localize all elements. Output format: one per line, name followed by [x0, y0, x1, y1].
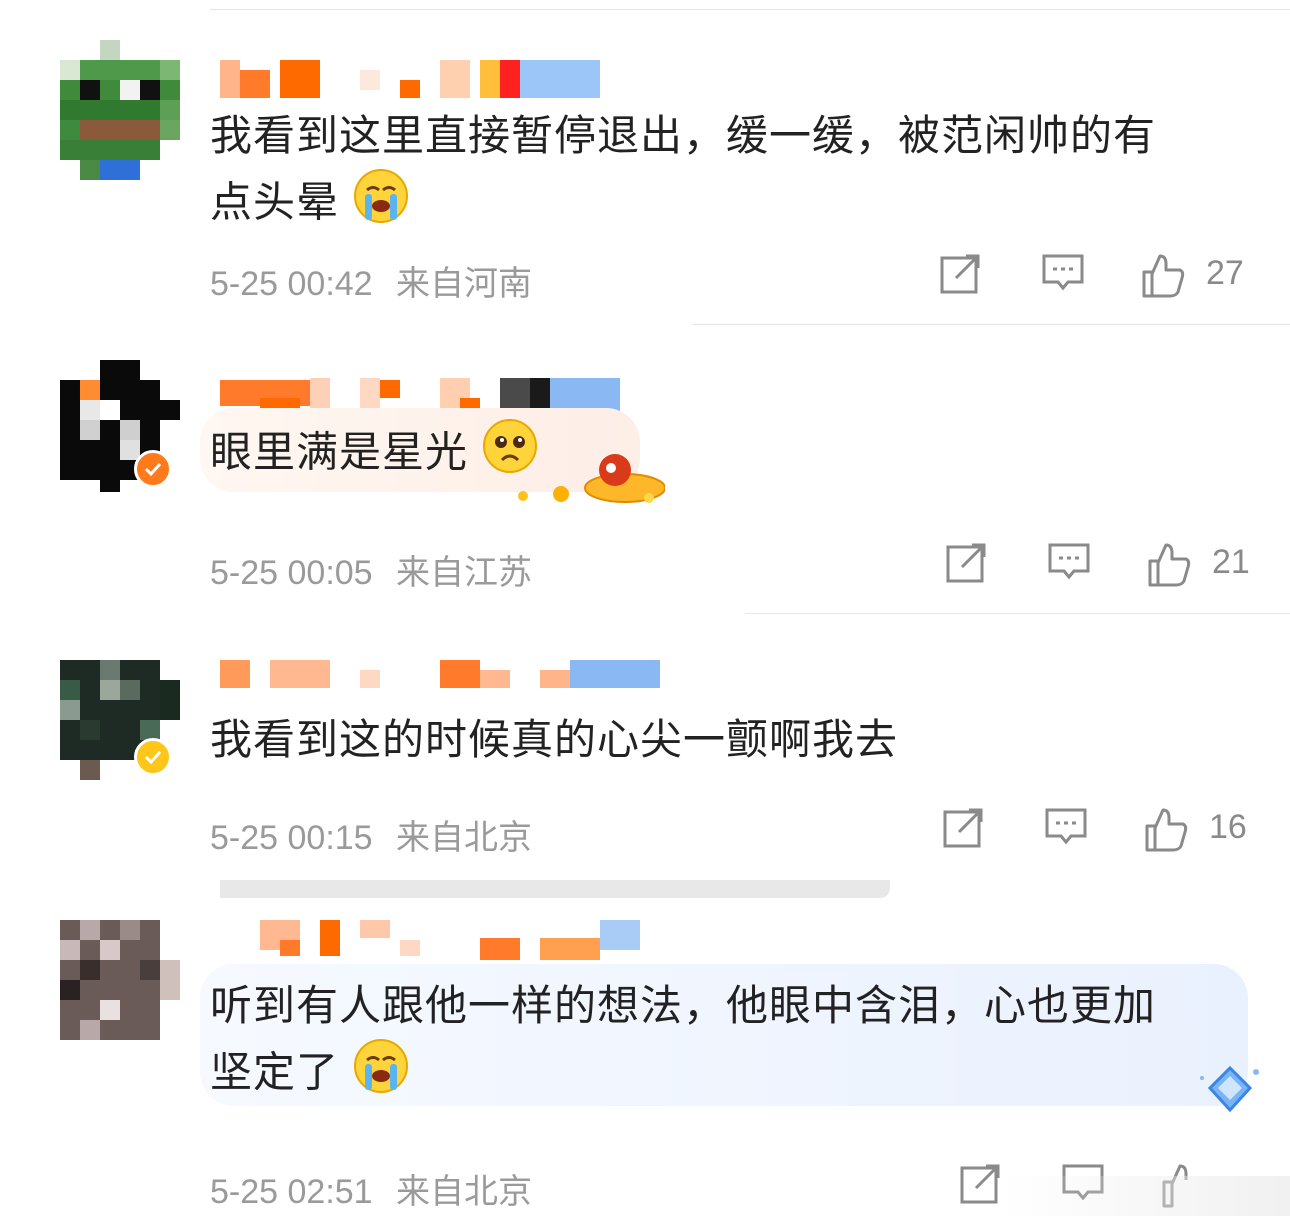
comment-icon[interactable] — [1042, 252, 1084, 298]
username[interactable] — [210, 60, 610, 100]
crying-face-icon — [353, 1038, 409, 1112]
location: 来自北京 — [396, 819, 533, 857]
like-icon[interactable] — [1143, 806, 1189, 856]
timestamp: 5-25 00:42 — [210, 265, 373, 303]
comment-actions: 16 — [943, 806, 1283, 856]
comment-icon[interactable] — [1045, 806, 1087, 852]
comment-meta: 5-25 00:42 来自河南 — [210, 256, 532, 305]
comment-text: 听到有人跟他一样的想法，他眼中含泪，心也更加 坚定了 — [210, 974, 1156, 1112]
share-icon[interactable] — [960, 1162, 1002, 1208]
avatar[interactable] — [60, 920, 180, 1060]
comment-text: 我看到这里直接暂停退出，缓一缓，被范闲帅的有 点头晕 — [210, 104, 1156, 242]
ufo-sticker-icon — [515, 448, 666, 512]
diamond-sticker-icon — [1190, 1060, 1270, 1124]
like-icon[interactable] — [1146, 541, 1192, 591]
like-count: 16 — [1209, 808, 1247, 846]
comment-meta: 5-25 02:51 来自北京 — [210, 1164, 532, 1213]
comment-icon[interactable] — [1048, 541, 1090, 587]
comment-meta: 5-25 00:05 来自江苏 — [210, 545, 532, 594]
watermark — [1000, 1176, 1290, 1216]
divider — [692, 324, 1290, 325]
verified-badge-icon — [134, 738, 172, 776]
share-icon[interactable] — [946, 541, 988, 587]
location: 来自北京 — [396, 1173, 533, 1211]
location: 来自江苏 — [396, 554, 533, 592]
like-count: 21 — [1212, 543, 1250, 581]
divider — [220, 880, 890, 898]
comment-text: 我看到这的时候真的心尖一颤啊我去 — [210, 715, 899, 764]
like-count: 27 — [1206, 254, 1244, 292]
avatar[interactable] — [60, 360, 180, 500]
username[interactable] — [210, 660, 670, 690]
crying-face-icon — [353, 168, 409, 242]
avatar[interactable] — [60, 660, 180, 800]
divider — [210, 9, 1290, 10]
comment-meta: 5-25 00:15 来自北京 — [210, 810, 532, 859]
divider — [745, 613, 1290, 614]
avatar[interactable] — [60, 40, 180, 180]
location: 来自河南 — [396, 265, 533, 303]
share-icon[interactable] — [943, 806, 985, 852]
like-icon[interactable] — [1140, 252, 1186, 302]
timestamp: 5-25 00:05 — [210, 554, 373, 592]
timestamp: 5-25 00:15 — [210, 819, 373, 857]
username[interactable] — [210, 920, 650, 968]
timestamp: 5-25 02:51 — [210, 1173, 373, 1211]
comment-actions: 21 — [946, 541, 1286, 591]
comment-text: 眼里满是星光 — [210, 418, 538, 492]
share-icon[interactable] — [940, 252, 982, 298]
comment-actions: 27 — [940, 252, 1280, 302]
verified-badge-icon — [134, 450, 172, 488]
